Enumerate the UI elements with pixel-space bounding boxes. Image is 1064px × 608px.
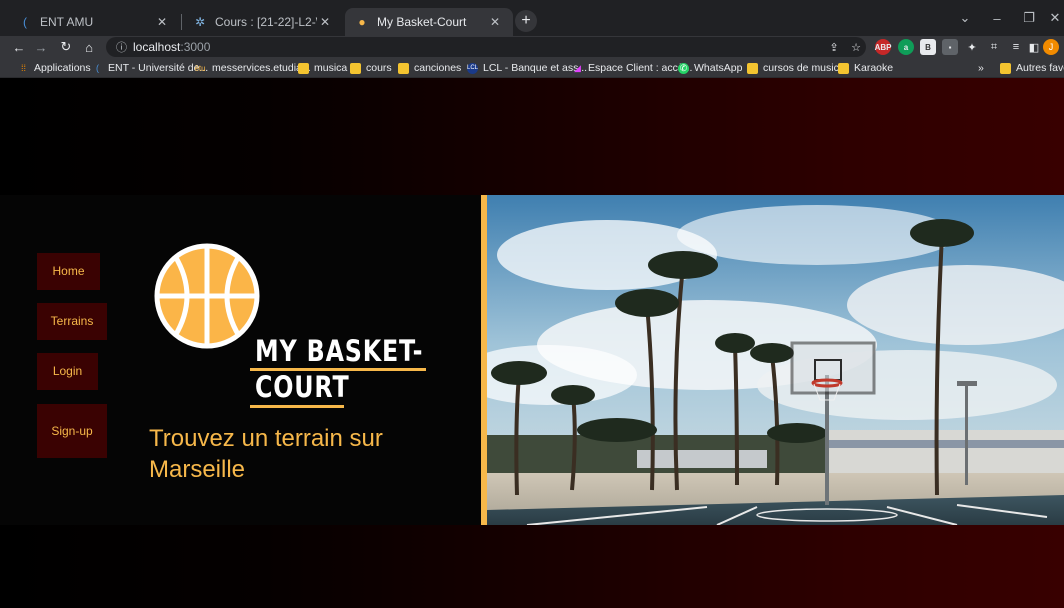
info-icon[interactable]: ⓘ [116, 39, 127, 55]
folder-icon [398, 62, 409, 74]
profile-avatar[interactable]: J [1043, 39, 1059, 55]
basketball-logo-icon [154, 243, 260, 349]
extensions-puzzle-icon[interactable]: ✦ [964, 39, 980, 55]
folder-icon [1000, 62, 1011, 74]
bookmarks-overflow-button[interactable]: » [978, 60, 984, 76]
nav-login-button[interactable]: Login [37, 353, 98, 390]
page-viewport: Home Terrains Login Sign-up MY BASKET- C… [0, 78, 1064, 608]
bookmark-label: cursos de musica [763, 62, 845, 74]
basketball-favicon-icon: ● [358, 15, 366, 29]
minimize-icon[interactable]: – [982, 8, 1012, 28]
close-icon[interactable]: ✕ [317, 14, 333, 30]
bookmark-label: cours [366, 62, 392, 74]
address-port: :3000 [180, 40, 211, 54]
back-arrow-icon[interactable]: ← [10, 38, 28, 56]
bookmark-label: Karaoke [854, 62, 894, 74]
home-icon[interactable]: ⌂ [80, 38, 98, 56]
basketball-court-photo [487, 195, 1064, 525]
bookmark-whatsapp[interactable]: ✆ WhatsApp [678, 60, 742, 76]
tab-title: ENT AMU [40, 15, 94, 29]
tab-ent-amu[interactable]: ( ENT AMU ✕ [8, 8, 180, 36]
espace-client-icon: ◢ [574, 62, 581, 73]
bookmark-other-favorites[interactable]: Autres favoris [1000, 60, 1064, 76]
nav-signup-button[interactable]: Sign-up [37, 404, 107, 458]
nav-home-button[interactable]: Home [37, 253, 100, 290]
logo-underline [250, 405, 344, 408]
close-icon[interactable]: ✕ [154, 14, 170, 30]
extension-b-icon[interactable]: B [920, 39, 936, 55]
bookmark-espace-client[interactable]: ◢ Espace Client : accè... [572, 60, 692, 76]
cast-icon[interactable]: ⌗ [986, 39, 1002, 55]
browser-toolbar: ← → ↻ ⌂ ⓘ localhost:3000 ⇪ ☆ ABP a B ▪ ✦… [0, 36, 1064, 58]
bookmark-label: musica [314, 62, 348, 74]
new-tab-button[interactable]: + [515, 10, 537, 32]
bookmark-label: canciones [414, 62, 462, 74]
folder-icon [350, 62, 361, 74]
side-panel-icon[interactable]: ◧ [1026, 39, 1042, 55]
address-bar[interactable]: ⓘ localhost:3000 [106, 37, 866, 57]
extension-square-icon[interactable]: ▪ [942, 39, 958, 55]
lcl-icon: LCL [467, 62, 478, 74]
close-window-icon[interactable]: ✕ [1040, 8, 1064, 28]
folder-icon [747, 62, 758, 74]
apps-grid-icon: ⁞⁞ [20, 63, 26, 73]
whatsapp-icon: ✆ [678, 62, 689, 74]
etu-icon: ētu [194, 63, 206, 73]
tab-title: Cours : [21-22]-L2-Web [215, 15, 317, 29]
tab-strip: ( ENT AMU ✕ ✲ Cours : [21-22]-L2-Web ✕ ●… [0, 0, 1064, 36]
tab-title: My Basket-Court [377, 15, 467, 29]
ent-icon: ( [96, 63, 99, 73]
tab-search-chevron-icon[interactable]: ⌄ [950, 8, 980, 28]
nav-terrains-button[interactable]: Terrains [37, 303, 107, 340]
logo-line-2: COURT [255, 370, 350, 404]
bookmark-canciones[interactable]: canciones [398, 60, 461, 76]
folder-icon [838, 62, 849, 74]
bookmark-musica[interactable]: musica [298, 60, 347, 76]
bookmark-cours[interactable]: cours [350, 60, 392, 76]
share-icon[interactable]: ⇪ [826, 39, 842, 55]
bookmark-messervices[interactable]: ētu messervices.etudia... [193, 60, 311, 76]
reload-icon[interactable]: ↻ [57, 38, 75, 56]
forward-arrow-icon[interactable]: → [32, 38, 50, 56]
tab-my-basket-court[interactable]: ● My Basket-Court ✕ [345, 8, 513, 36]
bookmark-ent[interactable]: ( ENT - Université de... [92, 60, 208, 76]
logo-underline [250, 368, 426, 371]
bookmark-label: WhatsApp [694, 62, 743, 74]
bookmark-label: Applications [34, 62, 91, 74]
ent-favicon-icon: ( [23, 15, 27, 29]
bookmark-label: Espace Client : accè... [588, 62, 693, 74]
folder-icon [298, 62, 309, 74]
moodle-favicon-icon: ✲ [194, 15, 206, 29]
close-icon[interactable]: ✕ [487, 14, 503, 30]
star-icon[interactable]: ☆ [848, 39, 864, 55]
bookmark-applications[interactable]: ⁞⁞ Applications [18, 60, 91, 76]
adblock-extension-icon[interactable]: ABP [875, 39, 891, 55]
bookmark-karaoke[interactable]: Karaoke [838, 60, 893, 76]
reading-list-icon[interactable]: ≡ [1008, 39, 1024, 55]
bookmarks-bar: ⁞⁞ Applications ( ENT - Université de...… [0, 58, 1064, 78]
hero-tagline: Trouvez un terrain sur Marseille [149, 425, 383, 483]
bookmark-label: messervices.etudia... [212, 62, 311, 74]
address-host: localhost [133, 40, 181, 54]
bookmark-cursos-de-musica[interactable]: cursos de musica [747, 60, 845, 76]
bookmark-lcl[interactable]: LCL LCL - Banque et ass... [467, 60, 587, 76]
bookmark-label: Autres favoris [1016, 62, 1064, 74]
grammarly-extension-icon[interactable]: a [898, 39, 914, 55]
tab-cours[interactable]: ✲ Cours : [21-22]-L2-Web ✕ [183, 8, 343, 36]
logo-line-1: MY BASKET- [255, 334, 424, 368]
tab-separator [181, 14, 182, 30]
